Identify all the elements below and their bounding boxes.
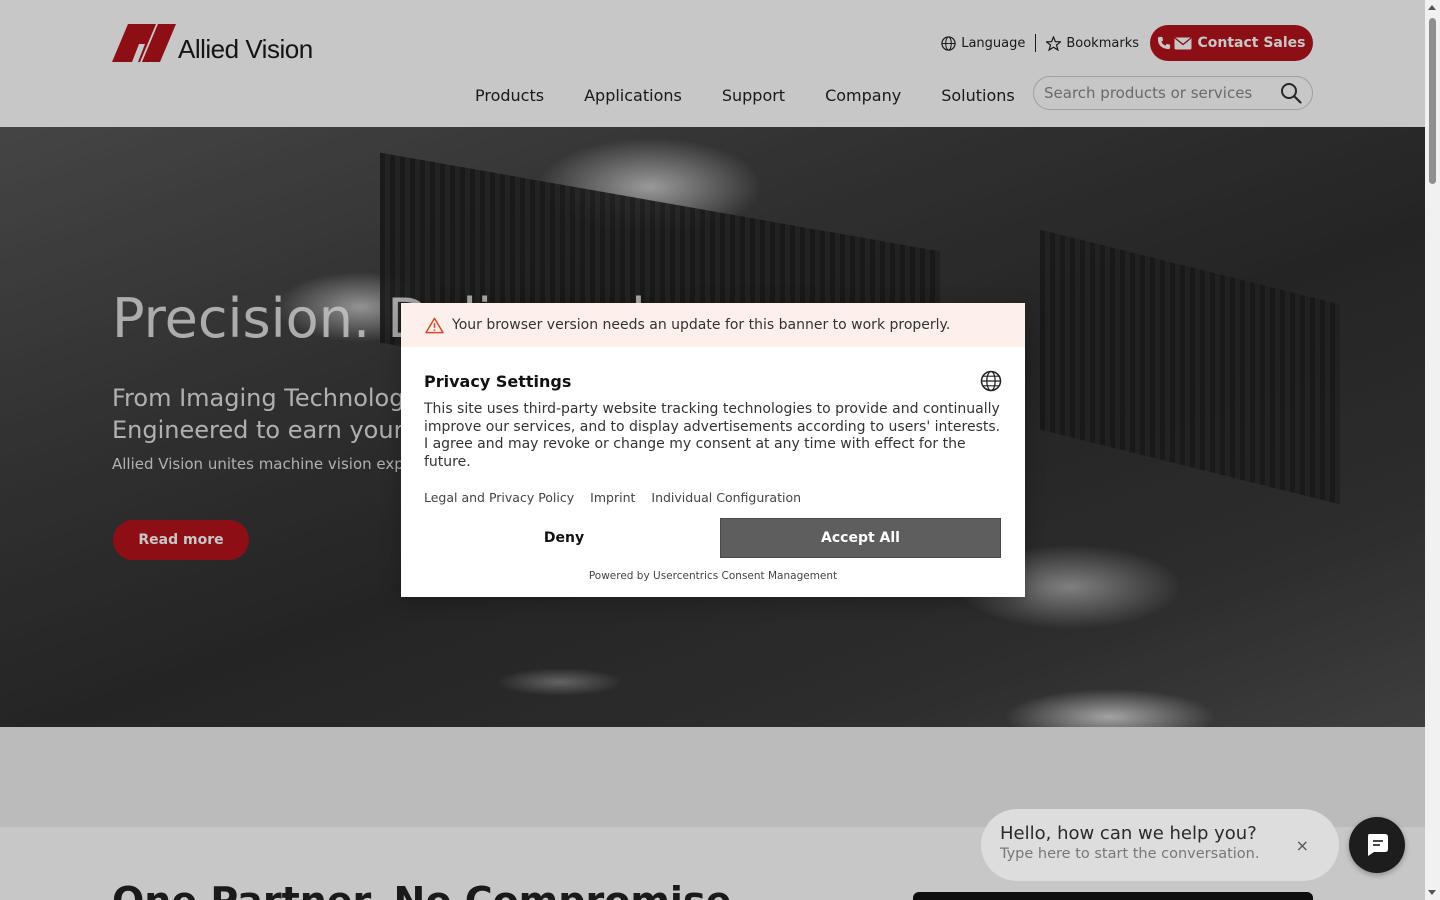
- browser-warning: Your browser version needs an update for…: [401, 303, 1025, 347]
- scroll-thumb[interactable]: [1429, 18, 1436, 184]
- consent-body: Privacy Settings This site uses third-pa…: [401, 347, 1025, 582]
- accept-all-button[interactable]: Accept All: [720, 518, 1001, 558]
- language-icon[interactable]: [980, 370, 1002, 392]
- chat-subtitle: Type here to start the conversation.: [1000, 846, 1260, 862]
- scroll-up-arrow[interactable]: [1428, 5, 1436, 10]
- consent-buttons: Deny Accept All: [424, 518, 1002, 558]
- warning-icon: [425, 317, 444, 333]
- legal-privacy-link[interactable]: Legal and Privacy Policy: [424, 490, 574, 505]
- powered-by-link[interactable]: Powered by Usercentrics Consent Manageme…: [424, 570, 1002, 582]
- close-icon[interactable]: ×: [1296, 836, 1309, 855]
- individual-configuration-link[interactable]: Individual Configuration: [651, 490, 801, 505]
- deny-button[interactable]: Deny: [424, 518, 704, 558]
- page-scrollbar[interactable]: [1425, 0, 1440, 900]
- chat-prompt-bubble[interactable]: Hello, how can we help you? Type here to…: [981, 809, 1339, 881]
- chat-icon: [1368, 834, 1388, 856]
- chat-title: Hello, how can we help you?: [1000, 823, 1257, 844]
- consent-text: This site uses third-party website track…: [424, 401, 1001, 470]
- imprint-link[interactable]: Imprint: [590, 490, 635, 505]
- consent-title-row: Privacy Settings: [424, 369, 1002, 393]
- warning-text: Your browser version needs an update for…: [452, 317, 951, 333]
- scroll-down-arrow[interactable]: [1428, 890, 1436, 895]
- privacy-consent-dialog: Your browser version needs an update for…: [401, 303, 1025, 597]
- consent-links: Legal and Privacy Policy Imprint Individ…: [424, 490, 1002, 505]
- consent-title: Privacy Settings: [424, 371, 572, 391]
- chat-launcher-button[interactable]: [1349, 817, 1405, 873]
